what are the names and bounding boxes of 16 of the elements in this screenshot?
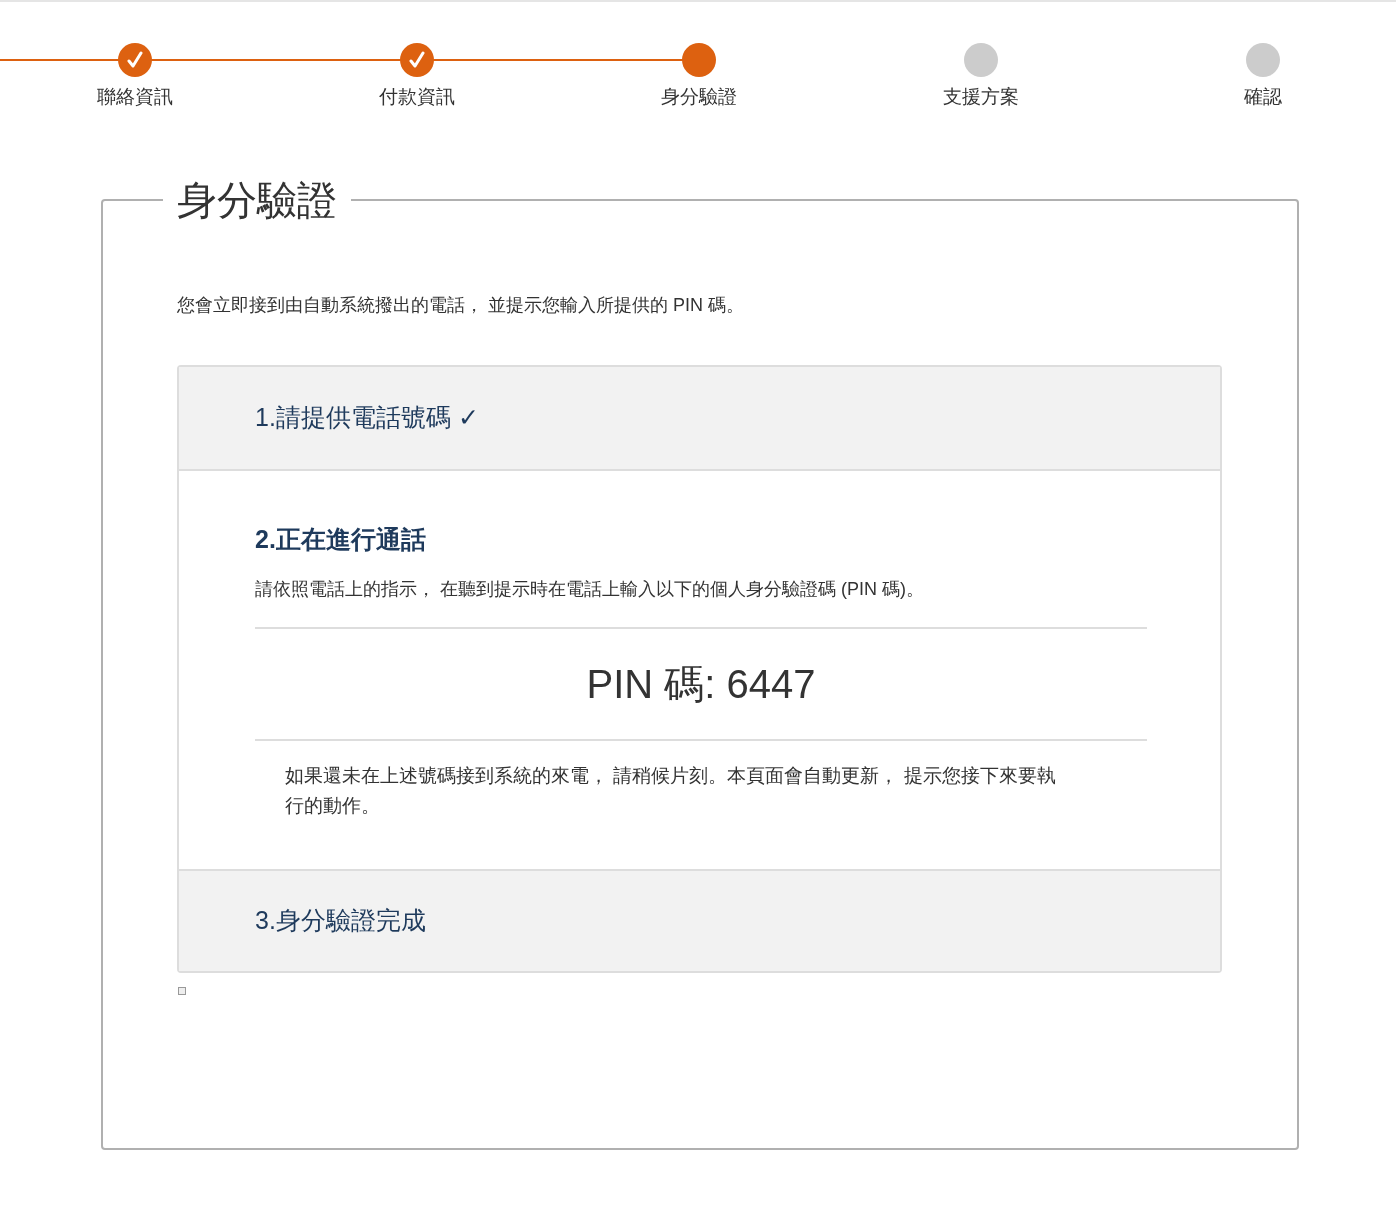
check-icon <box>127 51 143 69</box>
step-label: 聯絡資訊 <box>97 85 173 109</box>
check-icon <box>409 51 425 69</box>
intro-text: 您會立即接到由自動系統撥出的電話， 並提示您輸入所提供的 PIN 碼。 <box>177 293 745 317</box>
section-title: 身分驗證 <box>176 176 338 224</box>
image-icon <box>178 987 186 995</box>
panel-title[interactable]: 3.身分驗證完成 <box>255 902 426 940</box>
step-label: 確認 <box>1244 85 1282 109</box>
pin-code: PIN 碼: 6447 <box>586 661 816 708</box>
panel-title[interactable]: 1.請提供電話號碼 ✓ <box>255 398 479 437</box>
instruction-text: 請依照電話上的指示， 在聽到提示時在電話上輸入以下的個人身分驗證碼 (PIN 碼)。 <box>255 578 925 601</box>
step-label: 付款資訊 <box>379 85 455 109</box>
step-label: 支援方案 <box>943 85 1019 109</box>
note-text: 如果還未在上述號碼接到系統的來電， 請稍候片刻。本頁面會自動更新， 提示您接下來要執行的動作。 <box>285 764 1057 818</box>
panel-title[interactable]: 2.正在進行通話 <box>255 520 1144 558</box>
step-label: 身分驗證 <box>661 85 737 109</box>
